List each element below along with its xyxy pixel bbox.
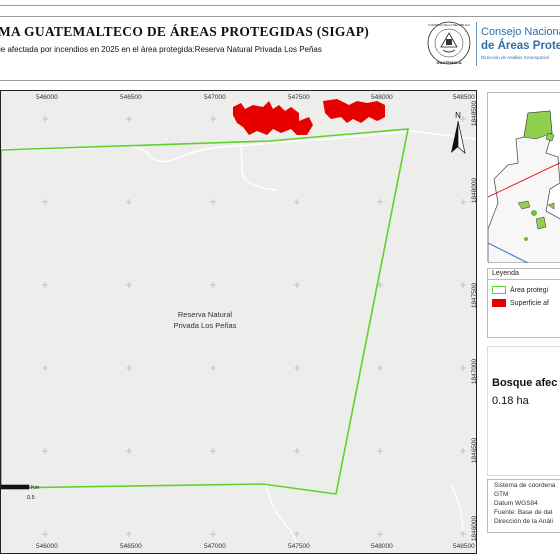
metadata-datum: Datum WGS84 [494,500,538,507]
guatemala-seal-icon: CONSEJO DE LA REPÚBLICA GUATEMALA [427,21,471,65]
x-tick-bottom: 547000 [204,543,226,550]
svg-text:CONSEJO DE LA REPÚBLICA: CONSEJO DE LA REPÚBLICA [428,22,470,27]
x-tick-bottom: 546000 [36,543,58,550]
x-tick-top: 547000 [204,94,226,101]
x-tick-top: 547500 [288,94,310,101]
x-tick-top: 546500 [120,94,142,101]
legend-item-protected-area: Área protegi [492,286,548,294]
logo-divider [476,22,477,66]
org-name-line3: Dirección de Análisis Geoespacial [481,55,549,60]
x-tick-bottom: 546500 [120,543,142,550]
y-tick-right: 1847000 [471,358,479,385]
map-title: MA GUATEMALTECO DE ÁREAS PROTEGIDAS (SIG… [0,24,370,39]
legend-item-burned-area: Superficie af [492,299,549,307]
header-bottom-rule [0,80,560,81]
affected-forest-value: 0.18 ha [492,395,529,407]
scale-value: 0.5 [27,495,35,501]
org-name-line1: Consejo Nacional [481,26,560,38]
metadata-source: Fuente: Base de dat [494,509,553,516]
y-tick-right: 1846000 [471,515,479,542]
affected-forest-title: Bosque afec [492,377,558,389]
legend-divider [488,279,560,280]
org-name-line2: de Áreas Protegi [481,40,560,52]
burned-area-swatch-icon [492,299,506,307]
map-header: MA GUATEMALTECO DE ÁREAS PROTEGIDAS (SIG… [0,0,560,82]
stats-panel [487,346,560,476]
north-label: N [455,111,461,120]
locator-map-panel [487,92,560,264]
metadata-direction: Dirección de la Análi [494,518,553,525]
y-tick-right: 1848500 [471,100,479,127]
x-tick-bottom: 548000 [371,543,393,550]
map-subtitle: ie afectada por incendios en 2025 en el … [0,45,322,54]
legend-item-label: Área protegi [510,286,549,294]
header-top-rule [0,5,560,6]
svg-text:GUATEMALA: GUATEMALA [436,60,461,65]
y-tick-right: 1846500 [471,437,479,464]
x-tick-bottom: 547500 [288,543,310,550]
x-tick-top: 548000 [371,94,393,101]
metadata-projection: GTM [494,491,509,498]
legend-item-label: Superficie af [510,299,549,307]
area-label-line1: Reserva Natural [178,310,233,319]
x-tick-top: 546000 [36,94,58,101]
map-frame[interactable]: Reserva Natural Privada Los Peñas N Km 0… [0,90,477,554]
protected-area-swatch-icon [492,286,506,294]
area-label-line2: Privada Los Peñas [174,321,237,330]
y-tick-right: 1848000 [471,177,479,204]
map-canvas[interactable]: Reserva Natural Privada Los Peñas N Km 0… [1,91,476,553]
x-tick-bottom: 548500 [453,543,475,550]
legend-title: Leyenda [492,270,519,277]
header-rule [0,16,560,17]
metadata-coordinate-system: Sistema de coordena [494,482,556,489]
locator-map [487,93,560,264]
y-tick-right: 1847500 [471,282,479,309]
scale-unit: Km [31,485,40,491]
